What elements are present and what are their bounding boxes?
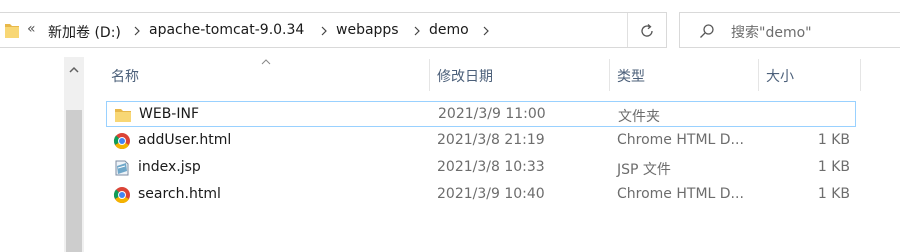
breadcrumb-demo[interactable]: demo xyxy=(429,22,469,38)
search-placeholder: 搜索"demo" xyxy=(731,25,812,41)
column-header-type[interactable]: 类型 xyxy=(617,66,645,86)
file-modified: 2021/3/9 11:00 xyxy=(438,106,546,122)
breadcrumb-drive[interactable]: 新加卷 (D:) xyxy=(48,22,121,42)
chevron-right-icon[interactable] xyxy=(319,26,329,36)
file-name: WEB-INF xyxy=(139,106,199,122)
chevron-right-icon[interactable] xyxy=(132,26,142,36)
breadcrumb-webapps[interactable]: webapps xyxy=(336,22,399,38)
file-size: 1 KB xyxy=(817,132,850,148)
search-input[interactable]: 搜索"demo" xyxy=(679,12,900,48)
chevron-right-icon[interactable] xyxy=(412,26,422,36)
folder-icon xyxy=(5,24,19,38)
file-name: addUser.html xyxy=(138,132,232,148)
breadcrumb-overflow-button[interactable]: « xyxy=(27,21,36,37)
file-size: 1 KB xyxy=(817,159,850,175)
file-row-search[interactable]: search.html 2021/3/9 10:40 Chrome HTML D… xyxy=(106,182,856,208)
file-modified: 2021/3/9 10:40 xyxy=(437,186,545,202)
address-bar[interactable]: « 新加卷 (D:) apache-tomcat-9.0.34 webapps … xyxy=(0,12,667,48)
file-row-web-inf[interactable]: WEB-INF 2021/3/9 11:00 文件夹 xyxy=(106,101,856,127)
file-type: 文件夹 xyxy=(618,109,660,125)
nav-pane-scroll-thumb[interactable] xyxy=(66,110,82,252)
column-divider[interactable] xyxy=(429,59,430,91)
file-type: Chrome HTML D... xyxy=(617,186,744,202)
column-divider[interactable] xyxy=(758,59,759,91)
sort-ascending-icon xyxy=(261,59,271,65)
refresh-icon[interactable] xyxy=(638,22,656,40)
jsp-file-icon xyxy=(115,160,129,176)
chrome-icon xyxy=(113,133,130,150)
breadcrumb-tomcat[interactable]: apache-tomcat-9.0.34 xyxy=(149,22,304,38)
file-type: Chrome HTML D... xyxy=(617,132,744,148)
scroll-up-arrow-icon[interactable] xyxy=(66,62,82,78)
file-type: JSP 文件 xyxy=(617,162,671,178)
chrome-icon xyxy=(113,187,130,204)
column-divider[interactable] xyxy=(609,59,610,91)
chevron-right-icon[interactable] xyxy=(481,26,491,36)
file-modified: 2021/3/8 21:19 xyxy=(437,132,545,148)
file-size: 1 KB xyxy=(817,186,850,202)
file-row-index-jsp[interactable]: index.jsp 2021/3/8 10:33 JSP 文件 1 KB xyxy=(106,155,856,181)
file-name: search.html xyxy=(138,186,221,202)
column-header-size[interactable]: 大小 xyxy=(766,66,794,86)
file-name: index.jsp xyxy=(138,159,201,175)
file-modified: 2021/3/8 10:33 xyxy=(437,159,545,175)
column-header-modified[interactable]: 修改日期 xyxy=(437,66,493,86)
address-divider xyxy=(627,13,628,47)
folder-icon xyxy=(115,109,131,122)
search-icon xyxy=(700,24,714,38)
column-divider[interactable] xyxy=(860,59,861,91)
column-header-name[interactable]: 名称 xyxy=(111,66,139,86)
file-row-adduser[interactable]: addUser.html 2021/3/8 21:19 Chrome HTML … xyxy=(106,128,856,154)
